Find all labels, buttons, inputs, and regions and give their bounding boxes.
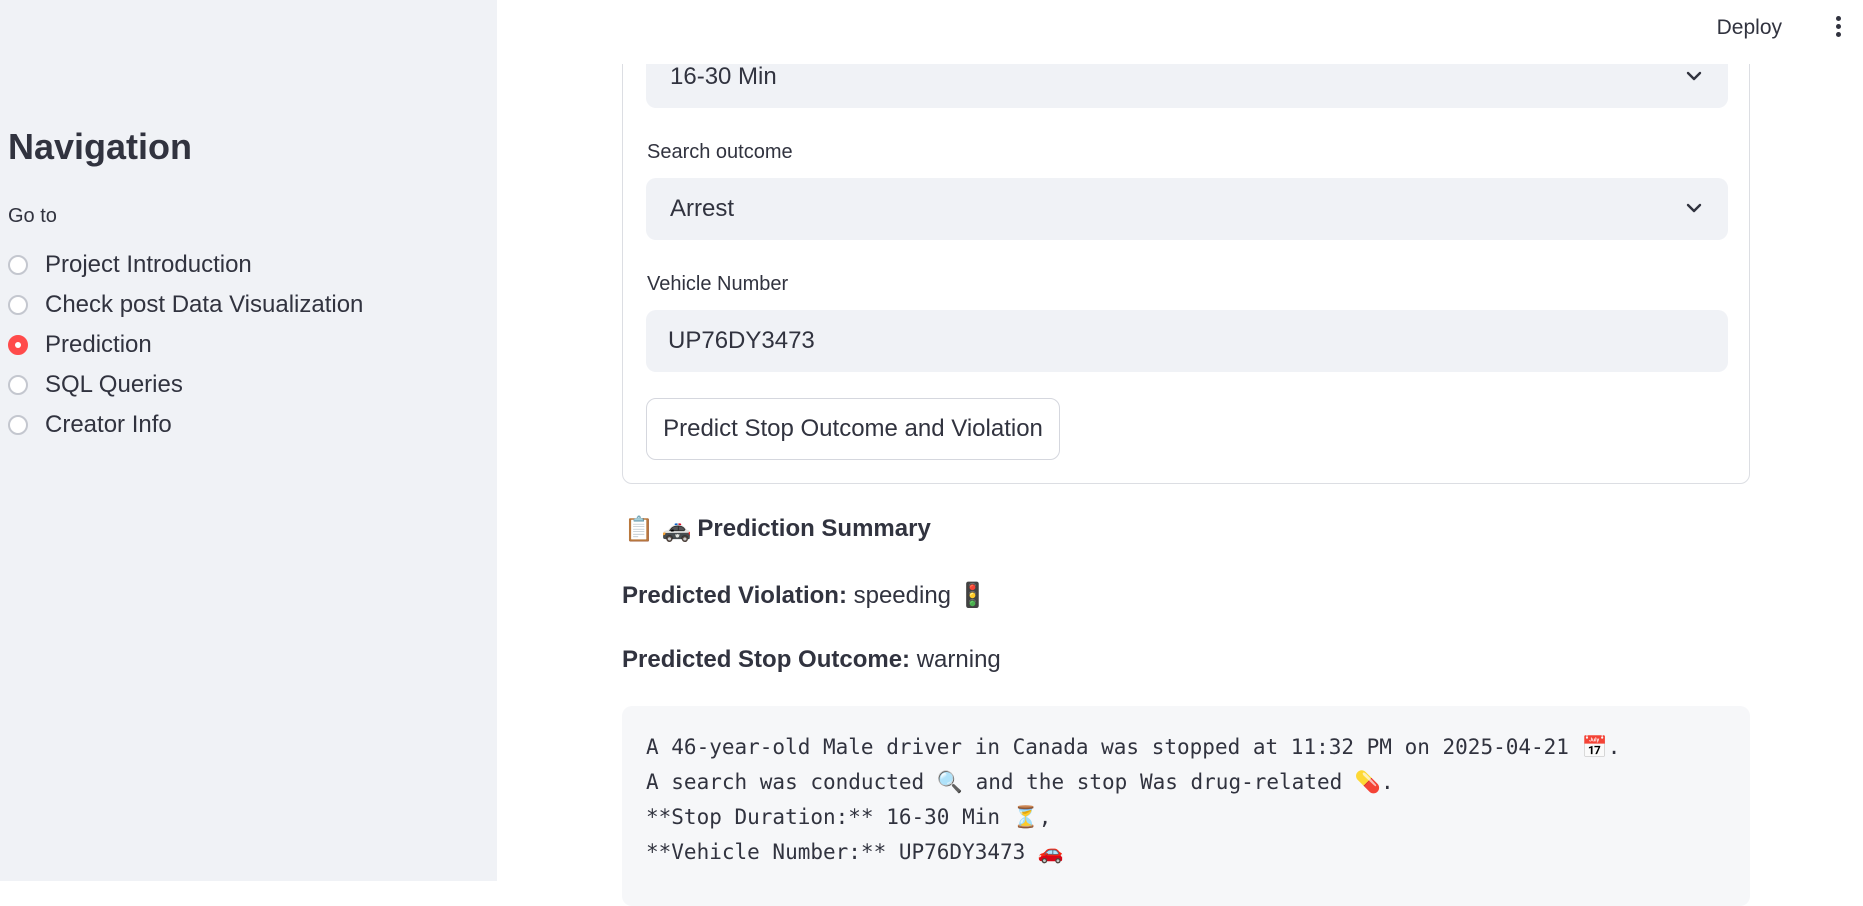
radio-button-icon[interactable]: [8, 375, 28, 395]
search-outcome-value: Arrest: [670, 195, 735, 222]
radio-option-label: Project Introduction: [45, 251, 252, 278]
radio-option-check-post-data-visualization[interactable]: Check post Data Visualization: [8, 285, 363, 325]
code-line: **Stop Duration:** 16-30 Min ⏳,: [646, 805, 1052, 829]
predicted-stop-outcome-value: warning: [916, 646, 1001, 673]
deploy-button[interactable]: Deploy: [1711, 14, 1788, 42]
sidebar: Navigation Go to Project Introduction Ch…: [0, 0, 497, 881]
clipboard-police-car-icon: 📋 🚓: [624, 515, 692, 543]
radio-button-icon[interactable]: [8, 415, 28, 435]
more-options-icon[interactable]: [1833, 16, 1843, 40]
predicted-stop-outcome-label: Predicted Stop Outcome:: [622, 646, 911, 673]
radio-group-label: Go to: [8, 205, 57, 227]
sidebar-title: Navigation: [8, 126, 193, 167]
radio-button-icon[interactable]: [8, 295, 28, 315]
code-line: A 46-year-old Male driver in Canada was …: [646, 735, 1621, 759]
radio-option-label: Prediction: [45, 331, 152, 358]
radio-option-sql-queries[interactable]: SQL Queries: [8, 365, 363, 405]
prediction-summary-heading: 📋 🚓 Prediction Summary: [624, 515, 931, 543]
predict-button[interactable]: Predict Stop Outcome and Violation: [646, 398, 1060, 460]
radio-option-project-introduction[interactable]: Project Introduction: [8, 245, 363, 285]
code-line: A search was conducted 🔍 and the stop Wa…: [646, 770, 1394, 794]
radio-option-label: SQL Queries: [45, 371, 183, 398]
predicted-violation-value: speeding: [853, 582, 952, 609]
predicted-violation-label: Predicted Violation:: [622, 582, 847, 609]
summary-heading-text: Prediction Summary: [697, 515, 931, 542]
code-line: **Vehicle Number:** UP76DY3473 🚗: [646, 840, 1065, 864]
traffic-light-icon: 🚦: [957, 581, 988, 609]
search-outcome-label: Search outcome: [647, 141, 793, 163]
predicted-violation: Predicted Violation: speeding 🚦: [622, 581, 988, 610]
vehicle-number-value: UP76DY3473: [668, 327, 815, 354]
chevron-down-icon: [1686, 71, 1702, 81]
app-header: Deploy: [497, 0, 1863, 64]
radio-option-prediction[interactable]: Prediction: [8, 325, 363, 365]
search-outcome-select[interactable]: Arrest: [646, 178, 1728, 240]
navigation-radio-group: Project Introduction Check post Data Vis…: [8, 245, 363, 445]
prediction-summary-code-block: A 46-year-old Male driver in Canada was …: [622, 706, 1750, 906]
radio-button-selected-icon[interactable]: [8, 335, 28, 355]
radio-option-label: Creator Info: [45, 411, 172, 438]
radio-option-label: Check post Data Visualization: [45, 291, 364, 318]
predicted-stop-outcome: Predicted Stop Outcome: warning: [622, 646, 1001, 674]
stop-duration-value: 16-30 Min: [670, 63, 777, 90]
vehicle-number-label: Vehicle Number: [647, 273, 789, 295]
radio-button-icon[interactable]: [8, 255, 28, 275]
chevron-down-icon: [1686, 203, 1702, 213]
vehicle-number-input[interactable]: UP76DY3473: [646, 310, 1728, 372]
radio-option-creator-info[interactable]: Creator Info: [8, 405, 363, 445]
